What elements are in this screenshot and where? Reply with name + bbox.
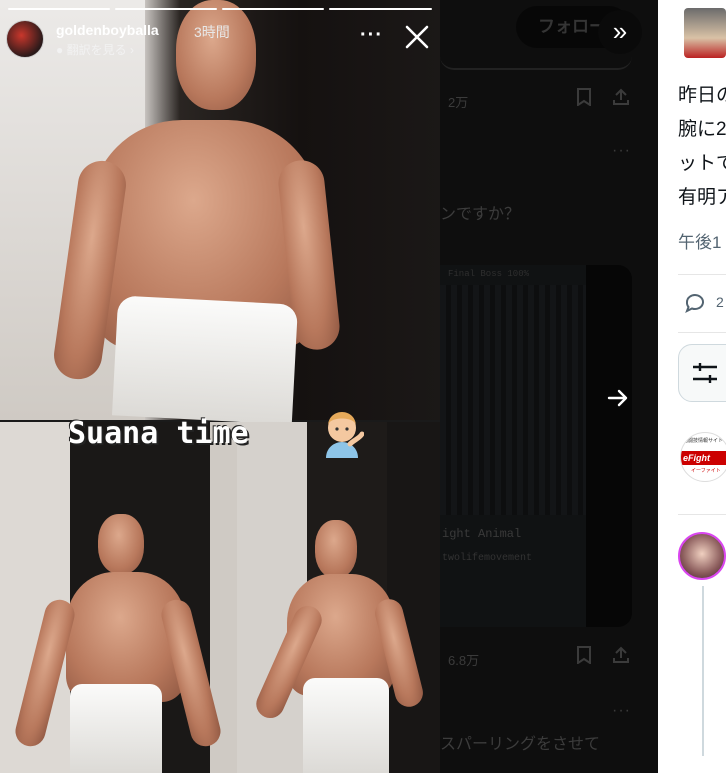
person-tipping-hand-emoji-icon — [320, 410, 365, 458]
translate-label: 翻訳を見る — [66, 43, 127, 57]
towel — [70, 684, 162, 773]
media-overlay-text: Final Boss 100% — [448, 269, 530, 279]
story-header: goldenboyballa 3時間 ● 翻訳を見る › ··· — [6, 20, 436, 60]
translate-link[interactable]: ● 翻訳を見る › — [56, 41, 134, 58]
story-photo-bottom-right — [237, 422, 440, 773]
post-time[interactable]: 午後1 — [678, 228, 721, 253]
towel — [303, 678, 389, 773]
story-photo-bottom-left — [0, 422, 237, 773]
logo-tagline: 格闘技情報サイト — [683, 438, 724, 444]
username[interactable]: goldenboyballa — [56, 22, 159, 38]
figure-head — [98, 514, 144, 574]
media-caption: ight Animal — [442, 527, 522, 541]
bookmark-icon[interactable] — [576, 88, 592, 111]
progress-segment — [222, 8, 324, 10]
close-icon[interactable] — [404, 24, 432, 52]
more-options-icon[interactable]: ··· — [612, 142, 631, 160]
progress-segment — [115, 8, 217, 10]
story-progress-bar — [8, 8, 432, 10]
sliders-icon — [693, 363, 717, 383]
media-image — [440, 285, 586, 515]
efight-logo[interactable]: 格闘技情報サイト eFight イーファイト — [680, 432, 726, 482]
story-timestamp: 3時間 — [194, 24, 230, 40]
feed-card-edge — [440, 52, 632, 70]
story-caption: Suana time — [68, 416, 249, 451]
expand-icon[interactable]: » — [598, 10, 642, 54]
more-options-icon[interactable]: ··· — [360, 24, 383, 47]
author-avatar[interactable] — [684, 8, 726, 58]
filter-button[interactable] — [678, 344, 726, 402]
avatar[interactable] — [6, 20, 44, 58]
post-text-fragment: ンですか？ — [440, 206, 521, 223]
post-text-line: 昨日の — [678, 85, 726, 106]
post-text-fragment-2: スパーリングをさせて — [440, 736, 601, 753]
post-text-line: 腕に2 — [678, 119, 726, 140]
logo-text: eFight — [681, 451, 726, 465]
progress-segment — [329, 8, 432, 10]
thread-line — [702, 586, 704, 756]
reply-button[interactable]: 2 — [684, 292, 724, 317]
logo-subtext: イーファイト — [691, 468, 721, 474]
media-card[interactable]: Final Boss 100% ight Animal twolifemovem… — [440, 265, 632, 627]
reply-icon — [685, 294, 704, 314]
divider — [678, 332, 726, 333]
views-count-2: 6.8万 — [448, 653, 480, 668]
divider — [678, 514, 726, 515]
divider — [678, 274, 726, 275]
views-count: 2万 — [448, 95, 469, 110]
share-icon[interactable] — [612, 88, 630, 111]
media-thumbnail: Final Boss 100% ight Animal twolifemovem… — [440, 265, 586, 627]
translate-icon: ● — [56, 43, 64, 57]
chevron-right-icon: › — [129, 43, 134, 57]
reply-author-avatar[interactable] — [678, 532, 726, 580]
post-text-line: ットで — [678, 153, 726, 174]
progress-segment — [8, 8, 110, 10]
media-credit: twolifemovement — [442, 553, 533, 564]
story-photo-top — [0, 0, 440, 425]
reply-count: 2 — [716, 294, 724, 310]
next-arrow-icon[interactable] — [596, 378, 640, 422]
bookmark-icon[interactable] — [576, 646, 592, 669]
more-options-icon[interactable]: ··· — [612, 702, 631, 720]
towel — [111, 295, 299, 425]
figure-head — [315, 520, 357, 578]
right-sidebar: 昨日の 腕に2 ットで 有明ア 午後1 2 格闘技情報サイト eFight イー… — [658, 0, 726, 773]
share-icon[interactable] — [612, 646, 630, 669]
story-viewer[interactable]: goldenboyballa 3時間 ● 翻訳を見る › ··· Suana t… — [0, 0, 440, 773]
post-text-line: 有明ア — [678, 187, 726, 208]
